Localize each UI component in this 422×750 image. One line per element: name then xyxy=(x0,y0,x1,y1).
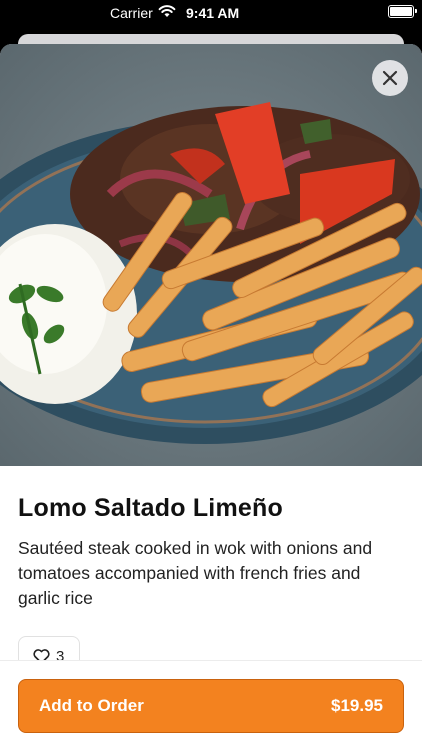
status-bar: Carrier 9:41 AM xyxy=(0,0,422,28)
close-icon xyxy=(382,70,398,86)
bottom-action-bar: Add to Order $19.95 xyxy=(0,660,422,750)
wifi-icon xyxy=(158,5,176,17)
product-title: Lomo Saltado Limeño xyxy=(18,494,283,522)
add-to-order-button[interactable]: Add to Order $19.95 xyxy=(18,679,404,733)
order-price: $19.95 xyxy=(331,696,383,715)
product-description: Sautéed steak cooked in wok with onions … xyxy=(18,538,373,608)
carrier-label: Carrier xyxy=(110,5,153,21)
add-to-order-label: Add to Order xyxy=(39,696,144,715)
close-button[interactable] xyxy=(372,60,408,96)
battery-icon xyxy=(388,5,417,18)
product-detail-sheet: Lomo Saltado Limeño Sautéed steak cooked… xyxy=(0,44,422,750)
clock-time: 9:41 AM xyxy=(186,5,240,21)
dish-photo xyxy=(0,44,422,466)
